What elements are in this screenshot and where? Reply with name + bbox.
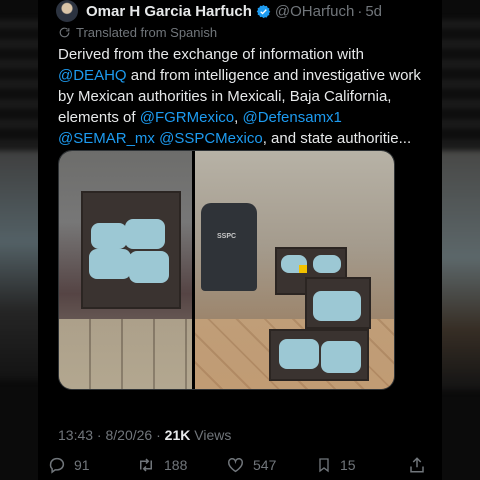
package [125,219,165,249]
translated-note-label: Translated from Spanish [76,25,218,40]
package [313,255,341,273]
handle[interactable]: @OHarfuch [275,3,354,20]
like-button[interactable]: 547 [226,456,276,474]
avatar[interactable] [56,0,78,22]
post-age[interactable]: 5d [365,3,382,20]
like-count: 547 [253,457,277,473]
photo-right[interactable]: SSPC [195,151,394,389]
repost-icon [140,458,152,472]
package [321,341,361,373]
package [91,223,127,249]
bookmark-count: 15 [340,457,356,473]
text-part: , and state authoritie... [262,130,412,147]
reply-count: 91 [74,457,90,473]
translated-note[interactable]: Translated from Spanish [58,25,217,40]
display-name[interactable]: Omar H Garcia Harfuch [86,3,252,20]
share-icon [410,457,424,473]
post-time[interactable]: 13:43 [58,427,93,443]
package [89,249,131,279]
mention-link[interactable]: @SSPCMexico [159,130,263,147]
photo-left[interactable] [59,151,192,389]
officer [201,203,257,291]
separator-dot: · [357,2,363,20]
reply-button[interactable]: 91 [48,456,90,474]
package [313,291,361,321]
mention-link[interactable]: @Defensamx1 [242,109,341,126]
bookmark-button[interactable]: 15 [316,456,356,474]
tweet-header: Omar H Garcia Harfuch @OHarfuch · 5d [56,0,382,22]
tweet-text: Derived from the exchange of information… [58,44,428,149]
views-count: 21K [164,427,191,443]
package [279,339,319,369]
verified-badge-icon [256,4,271,18]
meta-separator: · [93,427,106,443]
mention-link[interactable]: @SEMAR_mx [58,130,155,147]
action-bar: 91 188 547 15 [48,456,442,480]
text-part: Derived from the exchange of information… [58,46,364,63]
mention-link[interactable]: @FGRMexico [140,109,234,126]
repost-count: 188 [164,457,188,473]
evidence-marker [299,265,307,273]
bookmark-icon [319,458,329,473]
vest-label: SSPC [217,233,237,240]
translate-icon [59,27,70,38]
share-button[interactable] [408,456,434,474]
heart-icon [228,457,243,473]
package [129,251,169,283]
mention-link[interactable]: @DEAHQ [58,67,127,84]
repost-button[interactable]: 188 [136,456,187,474]
tweet-card: Omar H Garcia Harfuch @OHarfuch · 5d Tra… [38,0,442,480]
media-grid: SSPC [58,150,395,390]
meta-separator: · [152,427,165,443]
tweet-meta: 13:43 · 8/20/26 · 21K Views [58,427,231,443]
views-label: Views [194,427,232,443]
floor-tiles [59,319,192,389]
reply-icon [49,457,65,474]
post-date[interactable]: 8/20/26 [106,427,153,443]
